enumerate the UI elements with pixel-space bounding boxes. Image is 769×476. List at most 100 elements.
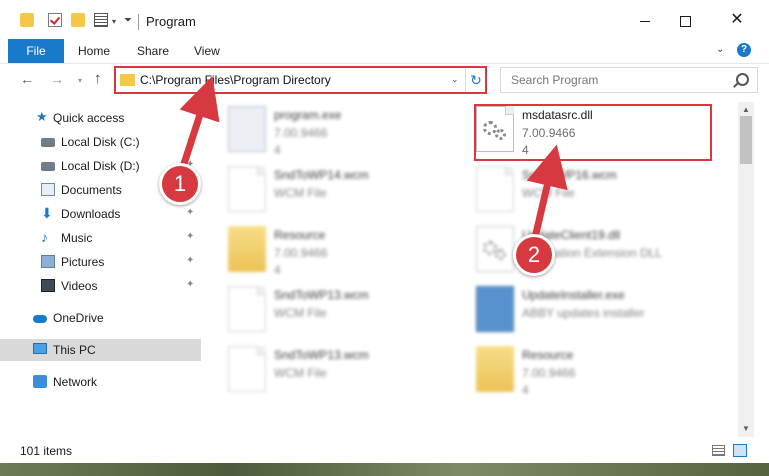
file-name: Resource [522, 348, 574, 362]
pin-icon: ✦ [186, 231, 195, 242]
item-count: 101 items [20, 444, 73, 458]
sidebar-item-label: Pictures [61, 255, 105, 269]
sidebar-item-label: Documents [61, 183, 122, 197]
network-icon [33, 375, 47, 388]
file-item[interactable]: SndToWP16.wcm WCM File [458, 164, 698, 222]
folder-icon [476, 346, 514, 392]
folder-icon [120, 74, 135, 86]
sidebar-item-pictures[interactable]: Pictures ✦ [0, 251, 201, 273]
installer-icon [476, 286, 514, 332]
file-description: WCM File [274, 186, 327, 200]
minimize-icon [640, 20, 650, 22]
file-name: SndToWP16.wcm [522, 168, 617, 182]
music-icon: ♪ [41, 229, 48, 245]
file-description: 7.00.9466 [522, 366, 576, 380]
document-icon [228, 346, 266, 392]
customize-toolbar-icon[interactable]: ⏷ [124, 15, 132, 26]
file-item[interactable]: Resource 7.00.9466 4 [458, 344, 698, 402]
sidebar-item-label: Music [61, 231, 93, 245]
step-1-badge: 1 [159, 163, 201, 205]
file-item[interactable]: SndToWP13.wcm WCM File [210, 284, 450, 342]
videos-icon [41, 279, 55, 292]
dll-gear-icon [476, 226, 514, 272]
file-item[interactable]: UpdateInstaller.exe ABBY updates install… [458, 284, 698, 342]
folder-icon [228, 226, 266, 272]
maximize-icon [679, 15, 691, 27]
file-highlight-box [474, 104, 712, 161]
sidebar-item-downloads[interactable]: ⬇ Downloads ✦ [0, 203, 201, 225]
file-name: SndToWP13.wcm [274, 348, 369, 362]
tab-file[interactable]: File [8, 39, 64, 63]
details-view-icon[interactable] [712, 445, 725, 456]
file-name: program.exe [274, 108, 342, 122]
vertical-scrollbar[interactable]: ▲ ▼ [738, 102, 754, 437]
address-bar[interactable]: C:\Program Files\Program Directory ⌄ ↻ [114, 67, 486, 93]
search-input[interactable] [509, 72, 733, 88]
navigation-pane: ★ Quick access Local Disk (C:) ✦ Local D… [0, 102, 204, 437]
help-icon[interactable]: ? [737, 43, 751, 57]
file-item[interactable]: SndToWP13.wcm WCM File [210, 344, 450, 402]
file-item[interactable]: UpdateClient19.dll Application Extension… [458, 224, 698, 282]
pictures-icon [41, 255, 55, 268]
file-name: SndToWP14.wcm [274, 168, 369, 182]
refresh-icon[interactable]: ↻ [465, 68, 486, 92]
sidebar-item-label: OneDrive [53, 311, 104, 325]
drive-icon [41, 162, 55, 171]
sidebar-item-videos[interactable]: Videos ✦ [0, 275, 201, 297]
ribbon-tabs: File Home Share View ⌄ ? [0, 38, 769, 64]
sidebar-item-label: This PC [53, 343, 96, 357]
back-arrow-icon[interactable]: ← [20, 71, 34, 87]
sidebar-item-music[interactable]: ♪ Music ✦ [0, 227, 201, 249]
tab-share[interactable]: Share [137, 39, 169, 63]
sidebar-item-label: Downloads [61, 207, 121, 221]
file-description: 7.00.9466 [274, 246, 328, 260]
properties-check-icon[interactable] [48, 13, 62, 27]
large-icons-view-icon[interactable] [733, 444, 747, 457]
file-description: 7.00.9466 [274, 126, 328, 140]
sidebar-item-label: Quick access [53, 111, 125, 125]
sidebar-item-this-pc[interactable]: This PC [0, 339, 201, 361]
sidebar-item-local-disk-c[interactable]: Local Disk (C:) ✦ [0, 131, 201, 153]
scroll-down-icon[interactable]: ▼ [738, 421, 754, 437]
tab-view[interactable]: View [194, 39, 220, 63]
expand-ribbon-icon[interactable]: ⌄ [716, 44, 724, 55]
file-description: WCM File [274, 366, 327, 380]
file-size: 4 [274, 143, 281, 157]
sidebar-item-label: Local Disk (C:) [61, 135, 140, 149]
close-button[interactable]: ✕ [714, 8, 760, 32]
forward-arrow-icon[interactable]: → [50, 71, 64, 87]
recent-locations-icon[interactable]: ▾ [78, 76, 82, 85]
folder-icon[interactable] [20, 13, 34, 27]
cloud-icon [33, 315, 47, 323]
scroll-thumb[interactable] [740, 116, 752, 164]
sidebar-item-onedrive[interactable]: OneDrive [0, 307, 201, 329]
sidebar-item-label: Network [53, 375, 98, 389]
chevron-down-icon[interactable]: ▾ [112, 17, 116, 26]
quick-access-toolbar-icon[interactable] [94, 13, 108, 27]
maximize-button[interactable] [662, 8, 708, 32]
sidebar-item-quick-access[interactable]: ★ Quick access [0, 107, 201, 129]
divider [138, 14, 139, 30]
search-icon[interactable] [736, 73, 749, 86]
pin-icon: ✦ [186, 255, 195, 266]
new-folder-icon[interactable] [71, 13, 85, 27]
file-name: UpdateInstaller.exe [522, 288, 625, 302]
explorer-window: ▾ ⏷ Program ✕ File Home Share View ⌄ ? ←… [0, 0, 769, 463]
sidebar-item-network[interactable]: Network [0, 371, 201, 393]
file-item[interactable]: SndToWP14.wcm WCM File [210, 164, 450, 222]
file-description: ABBY updates installer [522, 306, 645, 320]
tab-home[interactable]: Home [78, 39, 110, 63]
file-description: WCM File [274, 306, 327, 320]
sidebar-item-label: Local Disk (D:) [61, 159, 140, 173]
up-arrow-icon[interactable]: ↑ [94, 70, 102, 87]
search-box[interactable] [500, 67, 758, 93]
document-icon [228, 286, 266, 332]
address-path[interactable]: C:\Program Files\Program Directory [140, 73, 331, 87]
file-name: SndToWP13.wcm [274, 288, 369, 302]
window-title: Program [146, 14, 196, 29]
executable-icon [228, 106, 266, 152]
address-dropdown-icon[interactable]: ⌄ [451, 74, 459, 85]
file-item[interactable]: Resource 7.00.9466 4 [210, 224, 450, 282]
file-item[interactable]: program.exe 7.00.9466 4 [210, 104, 450, 162]
file-size: 4 [274, 263, 281, 277]
